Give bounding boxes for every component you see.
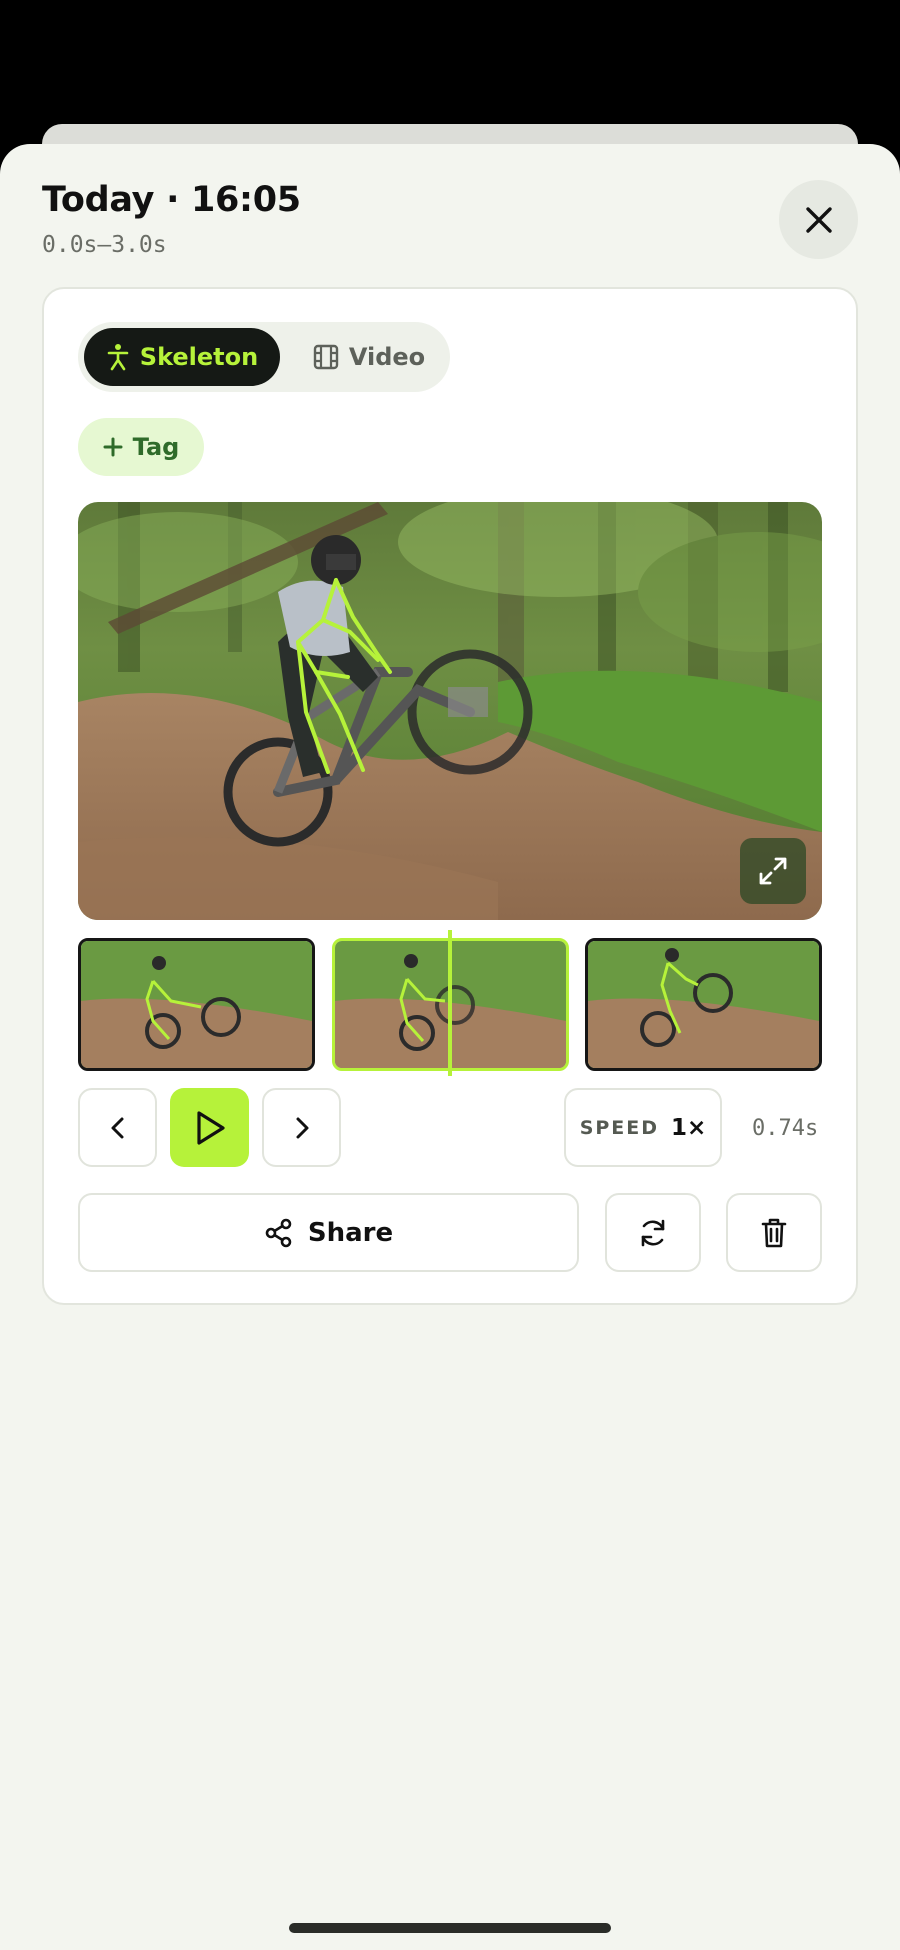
person-icon — [107, 344, 129, 371]
video-preview — [78, 502, 822, 920]
chevron-right-icon — [296, 1117, 308, 1138]
film-icon — [313, 344, 339, 370]
share-button[interactable]: Share — [78, 1193, 579, 1272]
clip-time-range: 0.0s–3.0s — [42, 232, 167, 258]
delete-button[interactable] — [726, 1193, 822, 1272]
chevron-left-icon — [111, 1117, 123, 1138]
add-tag-label: Tag — [132, 433, 180, 461]
close-button[interactable] — [779, 180, 858, 259]
page-title: Today · 16:05 — [42, 180, 301, 220]
next-frame-button[interactable] — [262, 1088, 341, 1167]
speed-value: 1× — [671, 1114, 707, 1141]
current-time: 0.74s — [752, 1116, 819, 1141]
video-tab[interactable]: Video — [294, 328, 444, 386]
speed-label: SPEED — [579, 1116, 660, 1139]
refresh-icon — [641, 1219, 665, 1246]
skeleton-tab[interactable]: Skeleton — [84, 328, 280, 386]
speed-button[interactable]: SPEED 1× — [564, 1088, 722, 1167]
previous-frame-button[interactable] — [78, 1088, 157, 1167]
play-button[interactable] — [170, 1088, 249, 1167]
trash-icon — [761, 1218, 787, 1247]
regenerate-button[interactable] — [605, 1193, 701, 1272]
fullscreen-button[interactable] — [740, 838, 806, 904]
playhead-scrubber[interactable] — [448, 930, 452, 1076]
share-icon — [265, 1218, 292, 1247]
view-toggle: Skeleton Video — [78, 322, 450, 392]
home-indicator — [289, 1923, 611, 1933]
close-icon — [805, 206, 832, 233]
play-icon — [196, 1110, 225, 1145]
frame-thumbnail[interactable] — [585, 938, 822, 1071]
frame-thumbnail[interactable] — [78, 938, 315, 1071]
expand-icon — [759, 857, 787, 885]
add-tag-button[interactable]: Tag — [78, 418, 204, 476]
plus-icon — [103, 437, 123, 457]
share-label: Share — [307, 1217, 394, 1248]
skeleton-tab-label: Skeleton — [139, 343, 259, 371]
video-tab-label: Video — [348, 343, 426, 371]
